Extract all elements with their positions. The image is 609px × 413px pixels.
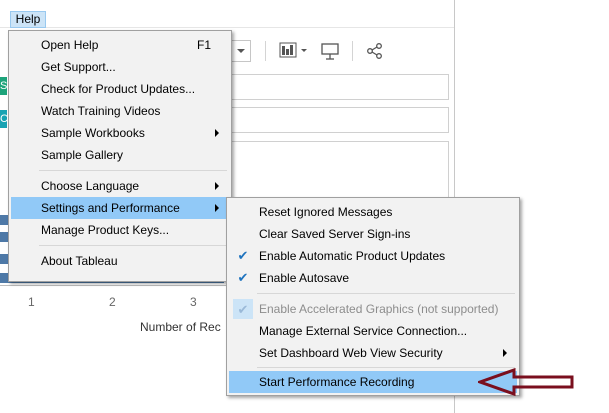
menu-item-label: Clear Saved Server Sign-ins <box>259 227 411 241</box>
shortcut-label: F1 <box>196 38 211 52</box>
submenu-arrow-icon <box>503 349 507 357</box>
menu-separator <box>257 293 515 294</box>
toolbar-separator <box>352 41 353 61</box>
submenu-arrow-icon <box>215 129 219 137</box>
menu-item-get-support[interactable]: Get Support... <box>11 56 229 78</box>
menu-separator <box>257 367 515 368</box>
axis-tick: 1 <box>28 295 35 309</box>
menu-item-sample-gallery[interactable]: Sample Gallery <box>11 144 229 166</box>
annotation-arrow-icon <box>475 367 578 401</box>
axis-line <box>0 285 230 286</box>
toolbar-separator <box>265 41 266 61</box>
submenu-arrow-icon <box>215 182 219 190</box>
menu-item-settings-performance[interactable]: Settings and Performance <box>11 197 229 219</box>
axis-tick: 2 <box>109 295 116 309</box>
menu-item-label: Watch Training Videos <box>41 104 161 118</box>
menu-help[interactable]: Help <box>10 11 46 28</box>
menu-bar <box>0 0 454 28</box>
menu-item-training-videos[interactable]: Watch Training Videos <box>11 100 229 122</box>
menu-item-label: Enable Autosave <box>259 271 350 285</box>
presentation-icon[interactable] <box>320 41 340 66</box>
menu-item-label: Get Support... <box>41 60 116 74</box>
menu-item-label: Reset Ignored Messages <box>259 205 393 219</box>
menu-item-autosave[interactable]: ✔ Enable Autosave <box>229 267 517 289</box>
settings-performance-submenu: Reset Ignored Messages Clear Saved Serve… <box>226 197 520 396</box>
menu-item-external-service[interactable]: Manage External Service Connection... <box>229 320 517 342</box>
menu-item-label: Open Help <box>41 38 99 52</box>
menu-item-label: Settings and Performance <box>41 201 180 215</box>
columns-shelf[interactable] <box>230 74 449 100</box>
menu-item-label: About Tableau <box>41 254 118 268</box>
menu-item-sample-workbooks[interactable]: Sample Workbooks <box>11 122 229 144</box>
menu-item-label: Manage External Service Connection... <box>259 324 468 338</box>
axis-title: Number of Rec <box>140 320 221 334</box>
menu-separator <box>39 245 227 246</box>
view-area <box>230 141 449 202</box>
menu-item-label: Start Performance Recording <box>259 375 415 389</box>
check-icon: ✔ <box>237 248 249 263</box>
check-icon: ✔ <box>237 270 249 285</box>
menu-item-label: Enable Automatic Product Updates <box>259 249 446 263</box>
check-icon: ✔ <box>233 299 253 319</box>
menu-item-auto-updates[interactable]: ✔ Enable Automatic Product Updates <box>229 245 517 267</box>
menu-item-label: Check for Product Updates... <box>41 82 196 96</box>
menu-item-open-help[interactable]: Open Help F1 <box>11 34 229 56</box>
rows-shelf[interactable] <box>230 107 449 133</box>
submenu-arrow-icon <box>215 204 219 212</box>
menu-item-label: Manage Product Keys... <box>41 223 170 237</box>
rows-pill[interactable]: C <box>0 110 7 128</box>
menu-item-choose-language[interactable]: Choose Language <box>11 175 229 197</box>
menu-item-label: Choose Language <box>41 179 140 193</box>
menu-item-label: Set Dashboard Web View Security <box>259 346 443 360</box>
menu-separator <box>39 170 227 171</box>
menu-item-label: Sample Gallery <box>41 148 124 162</box>
menu-item-label: Enable Accelerated Graphics (not support… <box>259 302 499 316</box>
menu-item-accelerated-graphics: ✔ Enable Accelerated Graphics (not suppo… <box>229 298 517 320</box>
help-menu: Open Help F1 Get Support... Check for Pr… <box>8 30 232 282</box>
menu-item-manage-keys[interactable]: Manage Product Keys... <box>11 219 229 241</box>
menu-item-about[interactable]: About Tableau <box>11 250 229 272</box>
share-icon[interactable] <box>366 42 384 65</box>
axis-tick: 3 <box>190 295 197 309</box>
menu-item-reset-ignored[interactable]: Reset Ignored Messages <box>229 201 517 223</box>
menu-item-start-performance-recording[interactable]: Start Performance Recording <box>229 371 517 393</box>
menu-item-check-updates[interactable]: Check for Product Updates... <box>11 78 229 100</box>
menu-item-web-view-security[interactable]: Set Dashboard Web View Security <box>229 342 517 364</box>
toolbar-dropdown[interactable] <box>231 40 251 62</box>
columns-pill[interactable]: S <box>0 77 7 95</box>
menu-item-label: Sample Workbooks <box>41 126 145 140</box>
menu-item-clear-signins[interactable]: Clear Saved Server Sign-ins <box>229 223 517 245</box>
bar-chart-icon[interactable] <box>279 41 309 64</box>
